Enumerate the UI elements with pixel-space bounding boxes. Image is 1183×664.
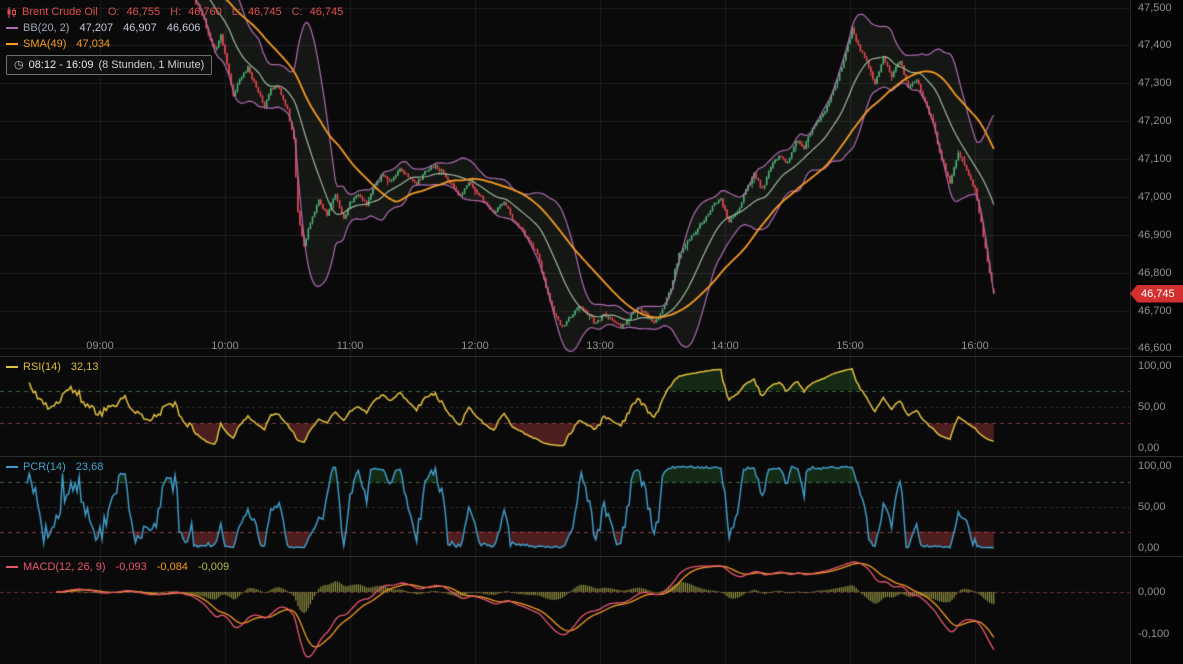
time-tick: 10:00 [211,340,239,352]
macd-swatch-icon [6,566,18,568]
session-detail: (8 Stunden, 1 Minute) [98,57,204,73]
open-label: O: [108,4,120,20]
price-tick: 47,100 [1138,153,1172,165]
time-tick: 16:00 [961,340,989,352]
rsi-legend[interactable]: RSI(14) 32,13 [6,360,98,374]
trading-chart-app: 47,500 47,400 47,300 47,200 47,100 47,000 46,9… [0,0,1183,664]
last-price-tag: 46,745 [1130,285,1183,303]
macd-hist-value: -0,009 [198,560,229,574]
bollinger-label: BB(20, 2) [23,20,69,36]
price-tick: 46,600 [1138,342,1172,354]
bollinger-legend[interactable]: BB(20, 2) 47,207 46,907 46,606 [6,20,343,36]
sma-legend[interactable]: SMA(49) 47,034 [6,36,343,52]
axis-tick: -0,100 [1138,628,1169,640]
time-tick: 13:00 [586,340,614,352]
price-tick: 47,500 [1138,2,1172,14]
time-tick: 12:00 [461,340,489,352]
pcr-chart-canvas[interactable] [0,457,1130,556]
sma-swatch-icon [6,43,18,45]
pcr-panel: 100,00 50,00 0,00 PCR(14) 23,68 [0,456,1183,556]
candlestick-icon [6,7,17,18]
time-axis: 09:00 10:00 11:00 12:00 13:00 14:00 15:00 16:00 [0,340,1130,353]
macd-axis[interactable]: 0,000 -0,100 [1130,557,1183,664]
bollinger-lower-value: 46,606 [167,20,201,36]
price-panel: 47,500 47,400 47,300 47,200 47,100 47,000 46,9… [0,0,1183,356]
rsi-swatch-icon [6,366,18,368]
close-value: 46,745 [310,4,344,20]
macd-label: MACD(12, 26, 9) [23,560,106,574]
close-label: C: [292,4,303,20]
bollinger-swatch-icon [6,27,18,29]
rsi-axis[interactable]: 100,00 50,00 0,00 [1130,357,1183,456]
axis-tick: 0,000 [1138,586,1166,598]
instrument-legend[interactable]: Brent Crude Oil O: 46,755 H: 46,760 L: 46,7… [6,4,343,20]
bollinger-upper-value: 47,207 [79,20,113,36]
axis-tick: 100,00 [1138,460,1172,472]
price-tick: 46,900 [1138,229,1172,241]
price-tick: 46,800 [1138,267,1172,279]
axis-tick: 0,00 [1138,442,1159,454]
chart-legend: Brent Crude Oil O: 46,755 H: 46,760 L: 46,7… [6,4,343,75]
rsi-value: 32,13 [71,360,99,374]
pcr-swatch-icon [6,466,18,468]
price-tick: 47,400 [1138,39,1172,51]
high-value: 46,760 [188,4,222,20]
price-tick: 46,700 [1138,305,1172,317]
price-axis[interactable]: 47,500 47,400 47,300 47,200 47,100 47,000 46,9… [1130,0,1183,356]
pcr-value: 23,68 [76,460,104,474]
pcr-label: PCR(14) [23,460,66,474]
price-tick: 47,200 [1138,115,1172,127]
time-tick: 14:00 [711,340,739,352]
low-value: 46,745 [248,4,282,20]
time-tick: 11:00 [337,340,364,352]
macd-signal-value: -0,084 [157,560,188,574]
macd-panel: 0,000 -0,100 MACD(12, 26, 9) -0,093 -0,08… [0,556,1183,664]
price-tick: 47,000 [1138,191,1172,203]
pcr-legend[interactable]: PCR(14) 23,68 [6,460,103,474]
price-tick: 47,300 [1138,77,1172,89]
time-tick: 15:00 [836,340,864,352]
sma-label: SMA(49) [23,36,66,52]
time-tick: 09:00 [86,340,114,352]
rsi-chart-canvas[interactable] [0,357,1130,456]
macd-legend[interactable]: MACD(12, 26, 9) -0,093 -0,084 -0,009 [6,560,229,574]
session-chip: ◷ 08:12 - 16:09 (8 Stunden, 1 Minute) [6,55,212,75]
instrument-name: Brent Crude Oil [22,4,98,20]
bollinger-middle-value: 46,907 [123,20,157,36]
open-value: 46,755 [126,4,160,20]
rsi-label: RSI(14) [23,360,61,374]
session-range: 08:12 - 16:09 [29,57,94,73]
axis-tick: 50,00 [1138,401,1166,413]
pcr-axis[interactable]: 100,00 50,00 0,00 [1130,457,1183,556]
axis-tick: 0,00 [1138,542,1159,554]
macd-value: -0,093 [116,560,147,574]
rsi-panel: 100,00 50,00 0,00 RSI(14) 32,13 [0,356,1183,456]
axis-tick: 50,00 [1138,501,1166,513]
high-label: H: [170,4,181,20]
clock-icon: ◷ [14,57,24,73]
axis-tick: 100,00 [1138,360,1172,372]
low-label: L: [232,4,241,20]
last-price-value: 46,745 [1141,288,1175,300]
sma-value: 47,034 [76,36,110,52]
